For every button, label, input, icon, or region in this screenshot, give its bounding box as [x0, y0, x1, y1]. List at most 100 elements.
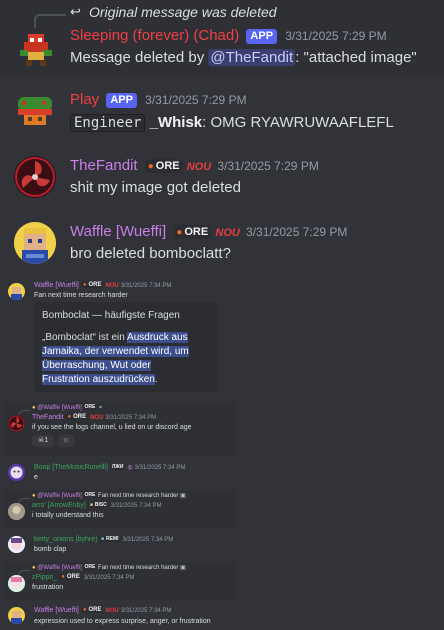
username[interactable]: Boop [TheMusicRunelll] [34, 464, 108, 471]
message-waffle[interactable]: Waffle [Wueffi] ● ORE NOU 3/31/2025 7:29… [0, 216, 444, 272]
server-tag[interactable]: ● ORE [65, 414, 89, 421]
message-waffle-small-2[interactable]: Waffle [Wueffi] ● ORE NOU 3/31/2025 7:34 … [0, 604, 444, 630]
avatar[interactable] [14, 222, 56, 264]
avatar[interactable] [8, 415, 25, 432]
username[interactable]: Waffle [Wueffi] [70, 223, 166, 240]
mushroom-icon [18, 97, 52, 125]
username[interactable]: TheFandit [70, 157, 138, 174]
server-tag[interactable]: ● ORE [80, 282, 104, 289]
flame-icon: ● [147, 160, 154, 172]
tag-icon: ■ [101, 536, 105, 543]
server-tag[interactable]: ЛЖИ [109, 464, 126, 471]
timestamp: 3/31/2025 7:29 PM [145, 93, 247, 107]
username[interactable]: Waffle [Wueffi] [34, 607, 79, 614]
timestamp: 3/31/2025 7:34 PM [83, 575, 135, 581]
timestamp: 3/31/2025 7:34 PM [110, 503, 162, 509]
embed-title: Bomboclat — häufigste Fragen [42, 310, 180, 321]
embedded-screenshot[interactable]: Waffle [Wueffi] ● ORE NOU 3/31/2025 7:34 … [0, 278, 444, 630]
server-tag[interactable]: ● ORE [59, 574, 82, 581]
avatar[interactable] [14, 156, 56, 198]
timestamp: 3/31/2025 7:29 PM [217, 159, 319, 173]
message-sleeping[interactable]: ↩ Original message was deleted Sleeping … [0, 0, 444, 74]
message-waffle-small[interactable]: Waffle [Wueffi] ● ORE NOU 3/31/2025 7:34 … [0, 278, 444, 396]
server-tag[interactable]: ■ REMI [99, 536, 121, 543]
add-reaction-button[interactable]: ☺ [58, 435, 74, 447]
reply-username[interactable]: @Waffle [Wueffi] [37, 405, 82, 411]
flame-icon: ● [61, 574, 65, 581]
inline-code: Engineer [70, 114, 146, 132]
image-icon: ▣ [180, 565, 186, 571]
message-thefandit-small[interactable]: ● @Waffle [Wueffi] ORE ⚭ TheFandit ● ORE … [4, 402, 236, 456]
message-text: expression used to express surprise, ang… [34, 618, 211, 625]
avatar[interactable] [8, 464, 25, 481]
message-play[interactable]: Play APP 3/31/2025 7:29 PM Engineer _Whi… [0, 84, 444, 140]
nou-emoji-icon: NOU [215, 227, 240, 239]
avatar[interactable] [14, 91, 56, 133]
google-embed-card[interactable]: Bomboclat — häufigste Fragen „Bomboclat“… [34, 302, 218, 392]
app-badge: APP [106, 92, 137, 108]
username[interactable]: Waffle [Wueffi] [34, 282, 79, 289]
timestamp: 3/31/2025 7:29 PM [285, 29, 387, 43]
reply-avatar-icon: ● [32, 493, 36, 499]
bold-text: _Whisk [149, 114, 203, 131]
message-text: e [34, 474, 38, 481]
embed-body: „Bomboclat“ ist ein Ausdruck aus Jamaika… [42, 332, 189, 385]
server-tag[interactable]: ● ORE [173, 225, 212, 240]
nou-emoji-icon: NOU [90, 415, 104, 421]
nou-emoji-icon: NOU [105, 283, 119, 289]
reaction[interactable]: ☠1 [32, 435, 54, 447]
reply-text[interactable]: Fan next time research harder [98, 565, 178, 571]
anime-avatar-icon [8, 536, 25, 553]
server-tag[interactable]: ● ORE [80, 607, 104, 614]
reply-connector [34, 14, 66, 28]
message-betty-small[interactable]: betty_onions [byhre] ■ REMI 3/31/2025 7:3… [0, 534, 444, 558]
image-icon: ▣ [180, 493, 186, 499]
tag-label: ORE [184, 226, 209, 239]
username[interactable]: arro' [ArrowEnby] [32, 502, 86, 509]
message-arro-small[interactable]: ● @Waffle [Wueffi] ORE Fan next time res… [4, 490, 236, 528]
link-icon: ⚭ [98, 405, 104, 411]
user-mention[interactable]: @TheFandit [208, 49, 296, 66]
avatar[interactable] [8, 503, 25, 520]
server-tag: ORE [83, 492, 97, 499]
username[interactable]: TheFandit [32, 414, 64, 421]
tag-label: ORE [88, 282, 102, 289]
server-tag: ORE [83, 564, 97, 571]
reply-username[interactable]: @Waffle [Wueffi] [37, 493, 82, 499]
avatar[interactable] [8, 607, 25, 624]
photo-avatar-icon [8, 503, 25, 520]
message-text: if you see the logs channel, u lied on u… [32, 424, 192, 431]
timestamp: 3/31/2025 7:29 PM [246, 225, 348, 239]
timestamp: 3/31/2025 7:34 PM [134, 465, 186, 471]
reply-arrow-icon: ↩ [70, 4, 81, 19]
avatar[interactable] [8, 536, 25, 553]
message-zpippo-small[interactable]: ● @Waffle [Wueffi] ORE Fan next time res… [4, 562, 236, 600]
flame-icon: ● [176, 226, 183, 238]
message-text: shit my image got deleted [70, 179, 241, 196]
message-text: Fan next time research harder [34, 292, 128, 299]
timestamp: 3/31/2025 7:34 PM [122, 537, 174, 543]
message-boop-small[interactable]: Boop [TheMusicRunelll] ЛЖИ ◎ 3/31/2025 7… [0, 462, 444, 486]
server-tag[interactable]: ■ BISC [87, 502, 109, 509]
pixel-creature-icon [20, 34, 52, 66]
avatar[interactable] [14, 28, 56, 70]
message-text: Message deleted by [70, 49, 209, 66]
avatar[interactable] [8, 283, 25, 300]
fan-blades-icon [8, 415, 25, 432]
tag-icon: ■ [89, 502, 93, 509]
reply-text[interactable]: Fan next time research harder [98, 493, 178, 499]
message-thefandit[interactable]: TheFandit ● ORE NOU 3/31/2025 7:29 PM sh… [0, 150, 444, 206]
ghost-icon [10, 466, 23, 479]
username[interactable]: Sleeping (forever) (Chad) [70, 27, 239, 44]
reply-username[interactable]: @Waffle [Wueffi] [37, 565, 82, 571]
username[interactable]: Play [70, 91, 99, 108]
flame-icon: ● [82, 282, 87, 289]
username[interactable]: betty_onions [byhre] [34, 536, 97, 543]
message-text: bro deleted bomboclatt? [70, 245, 231, 262]
server-tag[interactable]: ● ORE [144, 159, 183, 174]
username[interactable]: zPippo_ [32, 574, 57, 581]
pixel-person-icon [11, 611, 22, 624]
reply-deleted-text[interactable]: Original message was deleted [89, 4, 277, 20]
fan-blades-icon [15, 157, 55, 197]
avatar[interactable] [8, 575, 25, 592]
